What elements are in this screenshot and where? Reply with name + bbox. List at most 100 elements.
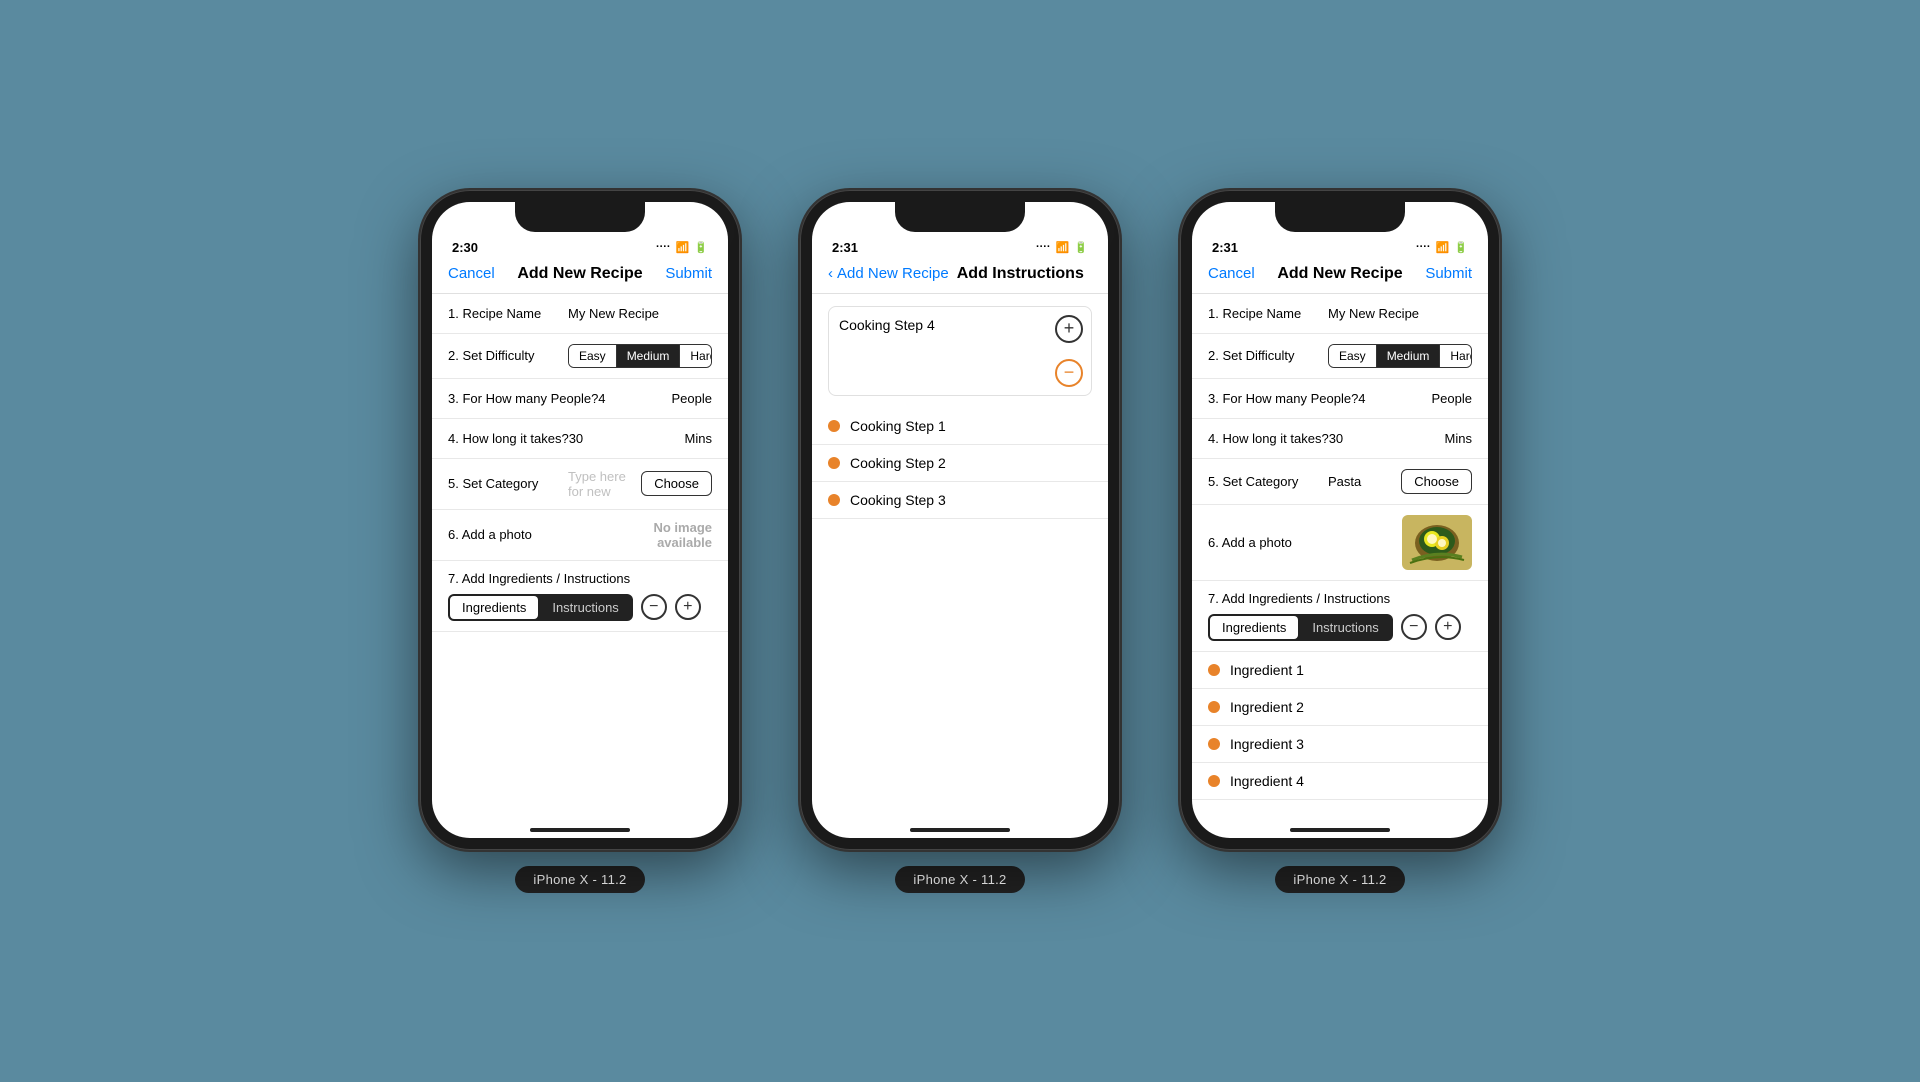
home-indicator-2 [812,818,1108,838]
step-3-dot [828,494,840,506]
submit-button-3[interactable]: Submit [1425,265,1472,282]
difficulty-label: 2. Set Difficulty [448,348,568,363]
ingredient-2-dot [1208,701,1220,713]
people-label-3: 3. For How many People? [1208,391,1358,406]
battery-icon: 🔋 [1454,241,1468,254]
segment-control-3: Ingredients Instructions [1208,614,1393,641]
phone-2-notch [895,202,1025,232]
phone-3-form: 1. Recipe Name My New Recipe 2. Set Diff… [1192,294,1488,818]
phone-2-screen: 2:31 ···· 📶 🔋 ‹ Add New Recipe Add Instr… [812,202,1108,838]
ingredients-tab[interactable]: Ingredients [450,596,538,619]
difficulty-row-3: 2. Set Difficulty Easy Medium Hard [1192,334,1488,379]
difficulty-row: 2. Set Difficulty Easy Medium Hard [432,334,728,379]
category-value-3: Pasta [1328,474,1393,489]
back-arrow-icon[interactable]: ‹ [828,265,833,282]
ingredient-3-text: Ingredient 3 [1230,736,1304,752]
category-choose-button-3[interactable]: Choose [1401,469,1472,494]
step-3-text: Cooking Step 3 [850,492,946,508]
ingredient-3-row: Ingredient 3 [1192,726,1488,763]
remove-item-button[interactable]: − [641,594,667,620]
medium-button[interactable]: Medium [617,345,681,367]
time-suffix: Mins [685,431,712,446]
instruction-input-area: Cooking Step 4 + − [828,306,1092,396]
submit-button[interactable]: Submit [665,265,712,282]
phone-3-nav-bar: Cancel Add New Recipe Submit [1192,259,1488,294]
ingredient-2-text: Ingredient 2 [1230,699,1304,715]
remove-item-button-3[interactable]: − [1401,614,1427,640]
add-item-button-3[interactable]: + [1435,614,1461,640]
remove-step-button[interactable]: − [1055,359,1083,387]
recipe-name-value-3: My New Recipe [1328,306,1472,321]
time-value: 30 [569,431,685,446]
difficulty-group-3: Easy Medium Hard [1328,344,1472,368]
category-label: 5. Set Category [448,476,568,491]
ingredient-4-text: Ingredient 4 [1230,773,1304,789]
hard-button[interactable]: Hard [680,345,712,367]
nav-title: Add New Recipe [517,265,642,283]
cancel-button[interactable]: Cancel [448,265,495,282]
add-item-button[interactable]: + [675,594,701,620]
step-1-row: Cooking Step 1 [812,408,1108,445]
phone-1-form: 1. Recipe Name My New Recipe 2. Set Diff… [432,294,728,818]
phone-3-wrapper: 2:31 ···· 📶 🔋 Cancel Add New Recipe Subm… [1180,190,1500,893]
category-choose-button[interactable]: Choose [641,471,712,496]
signal-icon: ···· [656,241,671,253]
instructions-screen: Cooking Step 4 + − Cooking Step 1 Cookin… [812,294,1108,818]
difficulty-label-3: 2. Set Difficulty [1208,348,1328,363]
photo-row-3: 6. Add a photo [1192,505,1488,581]
add-step-button[interactable]: + [1055,315,1083,343]
people-row-3: 3. For How many People? 4 People [1192,379,1488,419]
phone-1-status-bar: 2:30 ···· 📶 🔋 [432,232,728,259]
time-value-3: 30 [1329,431,1445,446]
instructions-tab-3[interactable]: Instructions [1300,616,1390,639]
phone-1-status-icons: ···· 📶 🔋 [656,241,708,254]
phone-3-status-bar: 2:31 ···· 📶 🔋 [1192,232,1488,259]
battery-icon: 🔋 [694,241,708,254]
difficulty-group: Easy Medium Hard [568,344,712,368]
easy-button[interactable]: Easy [569,345,617,367]
phone-1-nav-bar: Cancel Add New Recipe Submit [432,259,728,294]
ingredients-label: 7. Add Ingredients / Instructions [448,571,712,586]
phone-1-notch [515,202,645,232]
toggle-controls-3: Ingredients Instructions − + [1208,614,1472,641]
easy-button-3[interactable]: Easy [1329,345,1377,367]
ingredients-label-3: 7. Add Ingredients / Instructions [1208,591,1472,606]
phone-1-time: 2:30 [452,240,478,255]
phone-2-nav: ‹ Add New Recipe Add Instructions [812,259,1108,294]
category-placeholder: Type here for new [568,469,633,499]
cancel-button-3[interactable]: Cancel [1208,265,1255,282]
ingredient-1-row: Ingredient 1 [1192,652,1488,689]
medium-button-3[interactable]: Medium [1377,345,1441,367]
people-row: 3. For How many People? 4 People [432,379,728,419]
signal-icon: ···· [1036,241,1051,253]
phone-3-body: 2:31 ···· 📶 🔋 Cancel Add New Recipe Subm… [1180,190,1500,850]
phone-2-wrapper: 2:31 ···· 📶 🔋 ‹ Add New Recipe Add Instr… [800,190,1120,893]
recipe-name-value: My New Recipe [568,306,712,321]
wifi-icon: 📶 [1436,241,1450,254]
recipe-name-label-3: 1. Recipe Name [1208,306,1328,321]
signal-icon: ···· [1416,241,1431,253]
current-step-input[interactable]: Cooking Step 4 [839,317,1051,333]
home-indicator-3 [1192,818,1488,838]
ingredient-3-dot [1208,738,1220,750]
time-label: 4. How long it takes? [448,431,569,446]
home-bar-2 [910,828,1010,832]
ingredients-section: 7. Add Ingredients / Instructions Ingred… [432,561,728,632]
page-title: Add Instructions [957,265,1084,283]
back-text[interactable]: Add New Recipe [837,265,949,282]
people-label: 3. For How many People? [448,391,598,406]
hard-button-3[interactable]: Hard [1440,345,1472,367]
photo-row: 6. Add a photo No imageavailable [432,510,728,561]
photo-label-3: 6. Add a photo [1208,535,1328,550]
photo-thumbnail[interactable] [1402,515,1472,570]
step-2-dot [828,457,840,469]
time-row: 4. How long it takes? 30 Mins [432,419,728,459]
toggle-controls: Ingredients Instructions − + [448,594,712,621]
phone-3-time: 2:31 [1212,240,1238,255]
step-3-row: Cooking Step 3 [812,482,1108,519]
instructions-tab[interactable]: Instructions [540,596,630,619]
phone-2-time: 2:31 [832,240,858,255]
ingredients-tab-3[interactable]: Ingredients [1210,616,1298,639]
people-suffix-3: People [1432,391,1472,406]
phone-1-body: 2:30 ···· 📶 🔋 Cancel Add New Recipe Subm… [420,190,740,850]
